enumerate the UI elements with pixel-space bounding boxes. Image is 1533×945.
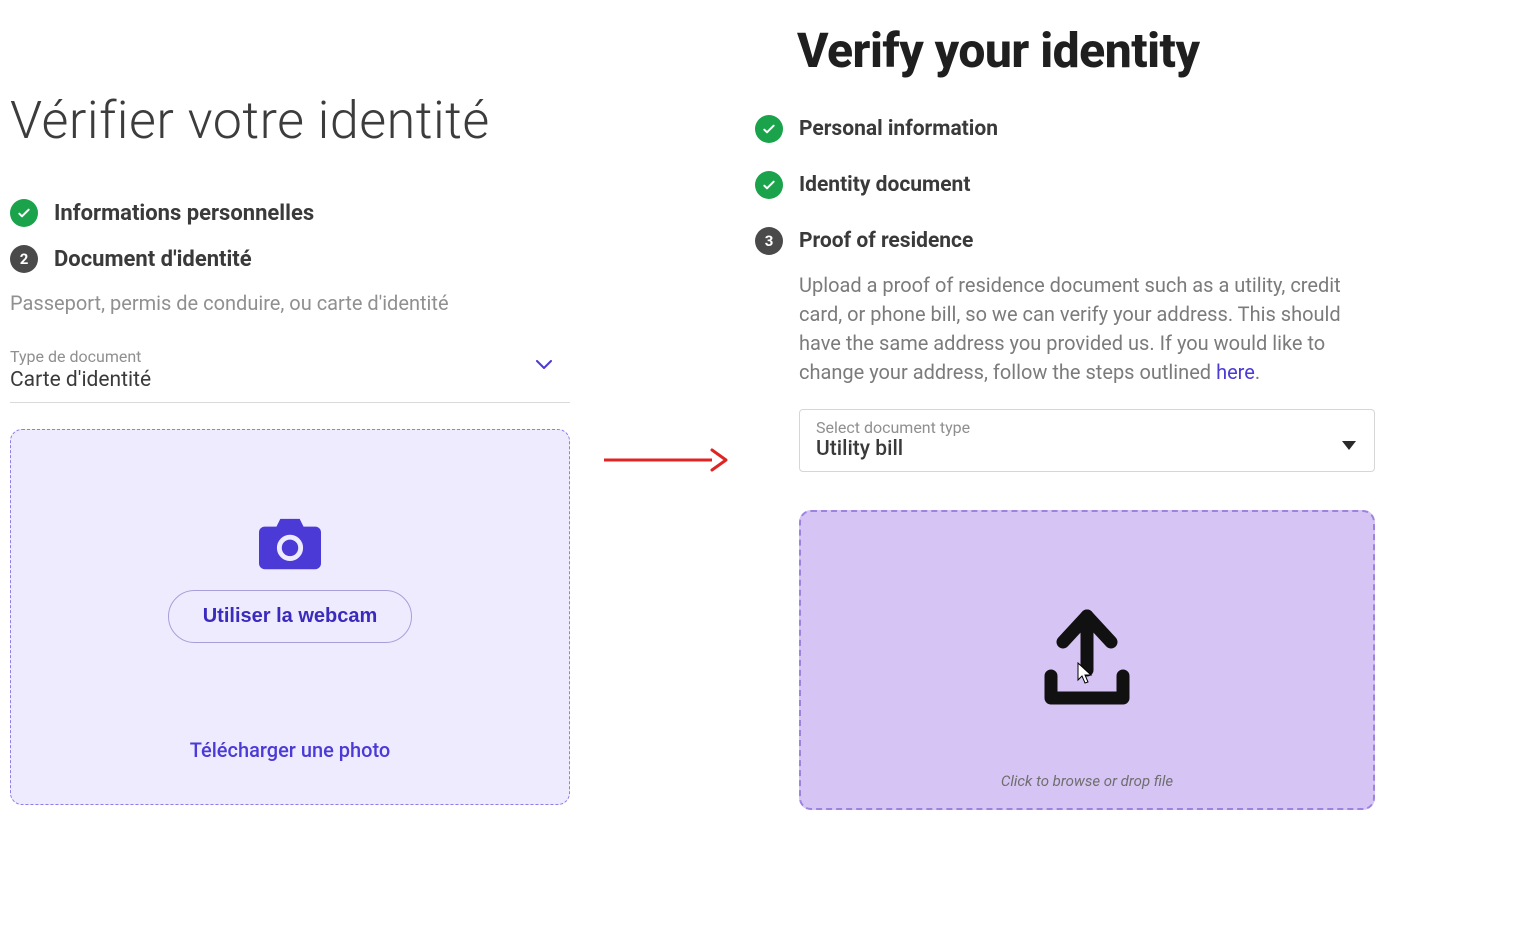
- camera-icon: [259, 518, 321, 574]
- change-address-link[interactable]: here: [1216, 360, 1255, 384]
- step-personal-info-en: Personal information: [755, 115, 1375, 143]
- step-label: Personal information: [799, 117, 998, 141]
- caret-down-icon: [1342, 436, 1356, 455]
- use-webcam-button[interactable]: Utiliser la webcam: [168, 590, 413, 643]
- select-label: Type de document: [10, 347, 570, 366]
- right-panel: Verify your identity Personal informatio…: [755, 22, 1375, 810]
- description-text-end: .: [1255, 360, 1260, 384]
- chevron-down-icon: [536, 355, 552, 374]
- step-label: Identity document: [799, 173, 970, 197]
- step-label: Informations personnelles: [54, 201, 314, 226]
- select-value: Carte d'identité: [10, 368, 570, 392]
- select-value: Utility bill: [816, 437, 1358, 461]
- upload-dropzone-fr[interactable]: Utiliser la webcam Télécharger une photo: [10, 429, 570, 805]
- document-type-select[interactable]: Type de document Carte d'identité: [10, 341, 570, 403]
- drop-hint-text: Click to browse or drop file: [1001, 772, 1173, 790]
- step-identity-doc-en: Identity document: [755, 171, 1375, 199]
- left-panel: Vérifier votre identité Informations per…: [10, 90, 570, 805]
- document-type-select[interactable]: Select document type Utility bill: [799, 409, 1375, 472]
- page-title-fr: Vérifier votre identité: [10, 90, 570, 151]
- download-photo-link[interactable]: Télécharger une photo: [190, 738, 391, 762]
- select-label: Select document type: [816, 418, 1358, 437]
- check-icon: [10, 199, 38, 227]
- step-identity-doc-fr: 2 Document d'identité: [10, 245, 570, 273]
- upload-icon: [1027, 598, 1147, 722]
- check-icon: [755, 115, 783, 143]
- step-personal-info-fr: Informations personnelles: [10, 199, 570, 227]
- step-label: Proof of residence: [799, 229, 973, 253]
- step-number-badge: 2: [10, 245, 38, 273]
- step-number-badge: 3: [755, 227, 783, 255]
- step-proof-residence-en: 3 Proof of residence: [755, 227, 1375, 255]
- step-description: Upload a proof of residence document suc…: [799, 271, 1375, 387]
- arrow-icon: [600, 440, 730, 490]
- step-label: Document d'identité: [54, 247, 252, 272]
- page-title-en: Verify your identity: [797, 22, 1375, 79]
- step-subtitle: Passeport, permis de conduire, ou carte …: [10, 291, 570, 315]
- check-icon: [755, 171, 783, 199]
- upload-dropzone-en[interactable]: Click to browse or drop file: [799, 510, 1375, 810]
- cursor-icon: [1077, 662, 1093, 688]
